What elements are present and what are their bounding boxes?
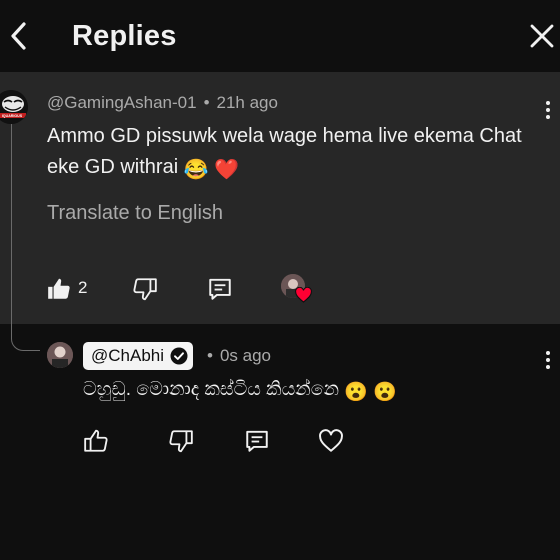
- meta-separator: •: [207, 346, 213, 365]
- comment-text: Ammo GD pissuwk wela wage hema live ekem…: [47, 121, 527, 186]
- creator-heart-badge: [281, 274, 312, 304]
- dislike-button[interactable]: [128, 272, 162, 306]
- dot-icon: [546, 358, 550, 362]
- reply-text: ටහුඩු. මොනාද කස්ටිය කියන්නෙ 😮 😮: [83, 374, 397, 409]
- reply-author: @ChAbhi: [91, 346, 165, 365]
- surprised-emoji: 😮: [344, 382, 369, 403]
- comment-body: Ammo GD pissuwk wela wage hema live ekem…: [47, 125, 522, 178]
- red-heart-emoji: ❤️: [214, 159, 240, 181]
- comment-author[interactable]: @GamingAshan-01: [47, 93, 197, 112]
- dislike-button[interactable]: [164, 424, 198, 458]
- heart-icon: [319, 429, 343, 452]
- dot-icon: [546, 365, 550, 369]
- surprised-emoji: 😮: [373, 382, 397, 403]
- dot-icon: [546, 115, 550, 119]
- thumbs-up-icon: [84, 429, 108, 452]
- comment-meta: @GamingAshan-01 • 21h ago: [47, 93, 278, 113]
- thumbs-up-icon: [48, 278, 70, 299]
- vertical-dots-icon: [546, 351, 550, 355]
- laughing-emoji: 😂: [183, 159, 209, 181]
- avatar[interactable]: [47, 342, 73, 368]
- more-options-button[interactable]: [538, 346, 558, 374]
- header-bar: Replies: [0, 0, 560, 72]
- back-button[interactable]: [0, 14, 36, 58]
- vertical-dots-icon: [546, 101, 550, 105]
- reply-meta: • 0s ago: [207, 346, 271, 366]
- thumbs-down-icon: [169, 430, 193, 453]
- author-chip[interactable]: @ChAbhi: [83, 342, 194, 370]
- reply-action-bar: [0, 424, 560, 464]
- translate-link[interactable]: Translate to English: [47, 202, 223, 225]
- meta-separator: •: [203, 93, 210, 112]
- dot-icon: [546, 108, 550, 112]
- avatar-text: IQUARIOUS: [2, 114, 23, 118]
- heart-button[interactable]: [314, 424, 348, 458]
- thumbs-down-icon: [133, 278, 157, 301]
- comment-action-bar: 2: [0, 270, 560, 310]
- chevron-left-icon: [11, 22, 26, 50]
- more-options-button[interactable]: [538, 96, 558, 124]
- user-photo-icon: [47, 342, 73, 368]
- comment-time[interactable]: 21h ago: [217, 93, 278, 112]
- heart-icon: [295, 287, 312, 303]
- check-circle-icon: [170, 347, 188, 365]
- reply-button[interactable]: [240, 424, 274, 458]
- like-button[interactable]: [42, 272, 76, 306]
- like-button[interactable]: [79, 424, 113, 458]
- like-count: 2: [78, 278, 88, 297]
- reply-time[interactable]: 0s ago: [220, 346, 271, 365]
- reply-button[interactable]: [203, 272, 237, 306]
- close-icon: [530, 24, 554, 48]
- comment-icon: [246, 430, 268, 452]
- close-button[interactable]: [522, 14, 560, 58]
- comment-icon: [209, 278, 231, 300]
- reply-body: ටහුඩු. මොනාද කස්ටිය කියන්නෙ: [83, 379, 340, 400]
- thread-connector-line: [11, 122, 40, 351]
- page-title: Replies: [72, 20, 177, 52]
